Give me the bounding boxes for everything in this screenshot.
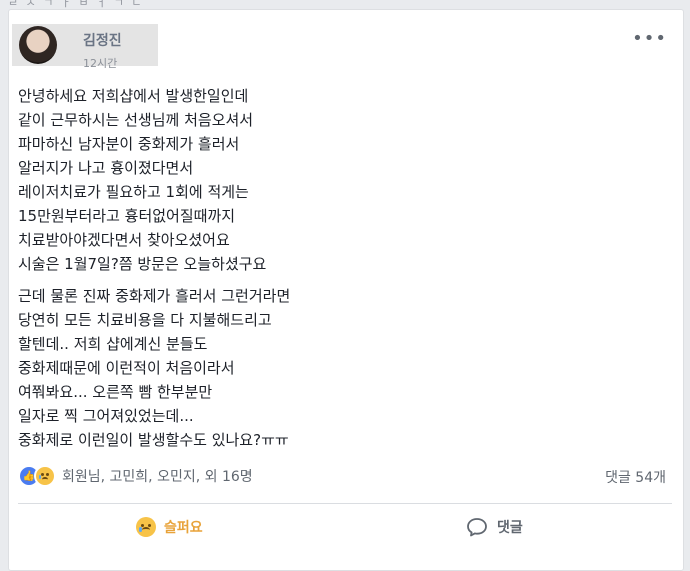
- post-line: 근데 물론 진짜 중화제가 흘러서 그런거라면: [18, 287, 291, 305]
- divider: [18, 503, 672, 504]
- post-line: 시술은 1월7일?쯤 방문은 오늘하셨구요: [18, 255, 267, 273]
- avatar[interactable]: [19, 26, 57, 64]
- post-body: 안녕하세요 저희샵에서 발생한일인데 같이 근무하시는 선생님께 처음오셔서 파…: [18, 84, 658, 452]
- post-line: 치료받아야겠다면서 찾아오셨어요: [18, 231, 230, 249]
- post-line: 일자로 찍 그어져있었는데...: [18, 407, 194, 425]
- post-line: 15만원부터라고 흉터없어질때까지: [18, 207, 236, 225]
- post-line: 안녕하세요 저희샵에서 발생한일인데: [18, 87, 249, 105]
- post-card: 김정진 12시간 ••• 안녕하세요 저희샵에서 발생한일인데 같이 근무하시는…: [8, 9, 684, 571]
- sad-face-icon: [136, 517, 156, 537]
- top-strip: ㄹ ㅅ ㄱ ㅏ ㅂ ㅓ ㄱ ㄴ: [0, 0, 690, 9]
- post-paragraph-2: 근데 물론 진짜 중화제가 흘러서 그런거라면 당연히 모든 치료비용을 다 지…: [18, 284, 658, 452]
- post-line: 알러지가 나고 흉이졌다면서: [18, 159, 194, 177]
- more-options-icon[interactable]: •••: [632, 28, 667, 49]
- sad-icon: [34, 465, 56, 487]
- post-line: 중화제때문에 이런적이 처음이라서: [18, 359, 235, 377]
- post-line: 여쭤봐요... 오른쪽 빰 한부분만: [18, 383, 213, 401]
- sad-reaction-label: 슬퍼요: [164, 520, 203, 536]
- post-line: 할텐데.. 저희 샵에계신 분들도: [18, 335, 208, 353]
- post-line: 같이 근무하시는 선생님께 처음오셔서: [18, 111, 254, 129]
- comment-label: 댓글: [497, 520, 523, 536]
- reaction-summary[interactable]: 👍 회원님, 고민희, 오민지, 외 16명: [18, 465, 253, 487]
- post-time[interactable]: 12시간: [83, 55, 117, 71]
- post-paragraph-1: 안녕하세요 저희샵에서 발생한일인데 같이 근무하시는 선생님께 처음오셔서 파…: [18, 84, 658, 276]
- post-header: 김정진 12시간 •••: [9, 10, 683, 76]
- comment-icon: [467, 518, 487, 537]
- post-line: 당연히 모든 치료비용을 다 지불해드리고: [18, 311, 272, 329]
- post-line: 파마하신 남자분이 중화제가 흘러서: [18, 135, 240, 153]
- post-line: 중화제로 이런일이 발생할수도 있나요?ㅠㅠ: [18, 431, 289, 449]
- comment-count[interactable]: 댓글 54개: [605, 467, 666, 487]
- post-line: 레이저치료가 필요하고 1회에 적게는: [18, 183, 249, 201]
- reaction-names[interactable]: 회원님, 고민희, 오민지, 외 16명: [62, 466, 253, 486]
- author-name[interactable]: 김정진: [83, 30, 122, 50]
- comment-button[interactable]: 댓글: [466, 514, 523, 540]
- sad-reaction-button[interactable]: 슬퍼요: [136, 514, 203, 540]
